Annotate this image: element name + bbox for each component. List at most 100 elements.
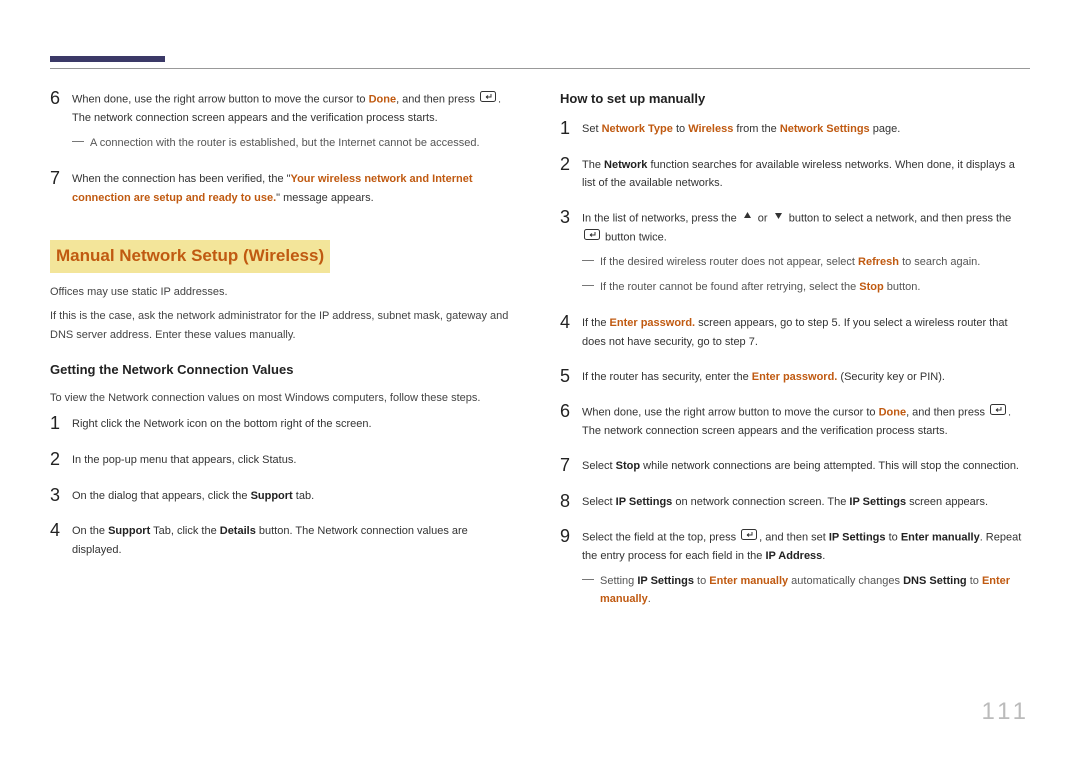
text: When the connection has been verified, t… xyxy=(72,173,291,185)
text: on network connection screen. The xyxy=(672,496,849,508)
note-dash-icon xyxy=(72,141,84,142)
step-7-left: 7 When the connection has been verified,… xyxy=(50,168,520,207)
hl: Enter password. xyxy=(752,371,838,383)
rstep-3: 3 In the list of networks, press the or … xyxy=(560,207,1030,298)
note-dash-icon xyxy=(582,260,594,261)
down-arrow-icon xyxy=(773,209,784,228)
step-6-left: 6 When done, use the right arrow button … xyxy=(50,88,520,154)
page-number: 111 xyxy=(982,692,1030,733)
step-number: 4 xyxy=(50,520,72,559)
step-number: 4 xyxy=(560,312,582,351)
bold: IP Settings xyxy=(829,531,886,543)
note-text: If the desired wireless router does not … xyxy=(600,253,980,272)
rstep-6: 6 When done, use the right arrow button … xyxy=(560,401,1030,441)
note: If the desired wireless router does not … xyxy=(582,253,1030,272)
hl: Done xyxy=(879,407,907,419)
right-column: How to set up manually 1 Set Network Typ… xyxy=(560,88,1030,625)
step-number: 2 xyxy=(50,449,72,471)
bold: Enter manually xyxy=(901,531,980,543)
text: tab. xyxy=(293,490,314,502)
text: to xyxy=(886,531,901,543)
note-text: A connection with the router is establis… xyxy=(90,134,480,153)
hl: Network Settings xyxy=(780,123,870,135)
hl: Wireless xyxy=(688,123,733,135)
paragraph: If this is the case, ask the network adm… xyxy=(50,307,520,344)
text: When done, use the right arrow button to… xyxy=(582,407,879,419)
text: button to select a network, and then pre… xyxy=(786,212,1012,224)
step-body: When done, use the right arrow button to… xyxy=(582,401,1030,441)
text: , and then set xyxy=(759,531,829,543)
text: Select xyxy=(582,460,616,472)
step-body: Right click the Network icon on the bott… xyxy=(72,413,520,435)
text: while network connections are being atte… xyxy=(640,460,1019,472)
subsection-heading: Getting the Network Connection Values xyxy=(50,359,520,381)
rstep-1: 1 Set Network Type to Wireless from the … xyxy=(560,118,1030,140)
step-number: 7 xyxy=(50,168,72,207)
step-number: 8 xyxy=(560,491,582,513)
bold: Network xyxy=(604,159,647,171)
enter-icon xyxy=(584,228,600,247)
text: page. xyxy=(870,123,901,135)
hl: Enter password. xyxy=(610,317,696,329)
step-body: The Network function searches for availa… xyxy=(582,154,1030,193)
substep-1: 1 Right click the Network icon on the bo… xyxy=(50,413,520,435)
step-body: Set Network Type to Wireless from the Ne… xyxy=(582,118,1030,140)
text: If the xyxy=(582,317,610,329)
step-body: Select the field at the top, press , and… xyxy=(582,526,1030,611)
step-body: If the router has security, enter the En… xyxy=(582,366,1030,388)
text: (Security key or PIN). xyxy=(837,371,945,383)
step-number: 1 xyxy=(560,118,582,140)
text: from the xyxy=(733,123,779,135)
note-dash-icon xyxy=(582,579,594,580)
step-body: When done, use the right arrow button to… xyxy=(72,88,520,154)
hl: Network Type xyxy=(602,123,673,135)
rstep-8: 8 Select IP Settings on network connecti… xyxy=(560,491,1030,513)
details-label: Details xyxy=(220,525,256,537)
subsection-heading: How to set up manually xyxy=(560,88,1030,110)
chapter-tab xyxy=(50,56,165,68)
note-text: If the router cannot be found after retr… xyxy=(600,278,920,297)
step-number: 3 xyxy=(50,485,72,507)
substep-4: 4 On the Support Tab, click the Details … xyxy=(50,520,520,559)
step-number: 9 xyxy=(560,526,582,611)
rstep-4: 4 If the Enter password. screen appears,… xyxy=(560,312,1030,351)
bold: IP Settings xyxy=(616,496,673,508)
left-column: 6 When done, use the right arrow button … xyxy=(50,88,520,625)
step-number: 1 xyxy=(50,413,72,435)
text: to xyxy=(673,123,688,135)
up-arrow-icon xyxy=(742,209,753,228)
text: . xyxy=(822,550,825,562)
step-body: If the Enter password. screen appears, g… xyxy=(582,312,1030,351)
content-columns: 6 When done, use the right arrow button … xyxy=(50,88,1030,625)
text: If the router has security, enter the xyxy=(582,371,752,383)
text: When done, use the right arrow button to… xyxy=(72,93,369,105)
step-body: Select Stop while network connections ar… xyxy=(582,455,1030,477)
rstep-2: 2 The Network function searches for avai… xyxy=(560,154,1030,193)
enter-icon xyxy=(480,90,496,109)
text: Tab, click the xyxy=(150,525,220,537)
step-body: When the connection has been verified, t… xyxy=(72,168,520,207)
text: button twice. xyxy=(602,231,667,243)
substep-2: 2 In the pop-up menu that appears, click… xyxy=(50,449,520,471)
section-heading: Manual Network Setup (Wireless) xyxy=(50,240,330,273)
note: A connection with the router is establis… xyxy=(72,134,520,153)
step-body: In the list of networks, press the or bu… xyxy=(582,207,1030,298)
step-number: 6 xyxy=(50,88,72,154)
rstep-7: 7 Select Stop while network connections … xyxy=(560,455,1030,477)
text: Set xyxy=(582,123,602,135)
bold: IP Address xyxy=(765,550,822,562)
enter-icon xyxy=(741,528,757,547)
text: , and then press xyxy=(396,93,478,105)
rstep-9: 9 Select the field at the top, press , a… xyxy=(560,526,1030,611)
text: On the dialog that appears, click the xyxy=(72,490,251,502)
text: or xyxy=(755,212,771,224)
text: On the xyxy=(72,525,108,537)
text: screen appears. xyxy=(906,496,988,508)
step-number: 7 xyxy=(560,455,582,477)
step-body: On the Support Tab, click the Details bu… xyxy=(72,520,520,559)
paragraph: To view the Network connection values on… xyxy=(50,389,520,408)
bold: Stop xyxy=(616,460,640,472)
text: " message appears. xyxy=(276,192,373,204)
bold: IP Settings xyxy=(849,496,906,508)
step-number: 5 xyxy=(560,366,582,388)
